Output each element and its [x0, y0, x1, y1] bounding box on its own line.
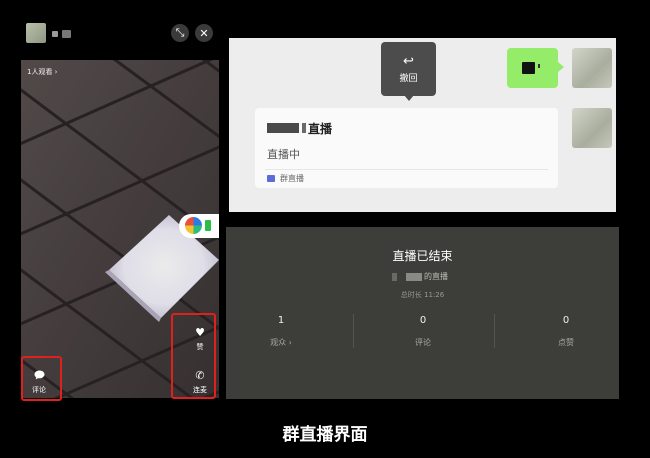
undo-icon: ↩	[403, 54, 414, 69]
live-card-title: 直播	[308, 122, 333, 136]
redacted-host	[406, 273, 422, 281]
stat-label: 点赞	[558, 338, 574, 347]
redacted-content	[522, 62, 535, 74]
group-live-label: 群直播	[280, 174, 304, 183]
app-logo-icon	[185, 217, 202, 234]
redacted-name	[267, 123, 299, 133]
stat-viewers[interactable]: 1 观众 ›	[241, 315, 321, 348]
shrink-icon: ⤡	[175, 26, 185, 39]
figure-caption: 群直播界面	[282, 425, 368, 445]
redacted-name	[302, 123, 306, 133]
redacted-content	[538, 64, 540, 68]
minimize-button[interactable]: ⤡	[171, 24, 189, 42]
stat-value: 0	[562, 315, 570, 326]
highlight-box-comment	[21, 356, 62, 401]
live-ended-panel: 直播已结束 的直播 总时长 11:26 1 观众 › 0 评论 0 点赞	[226, 227, 619, 399]
divider	[265, 169, 548, 170]
live-share-card[interactable]: 直播 直播中 群直播	[255, 108, 558, 188]
redacted-host	[392, 273, 397, 281]
chat-window: ↩ 撤回 直播 直播中 群直播	[229, 38, 616, 212]
close-icon: ✕	[199, 26, 209, 40]
live-duration: 总时长 11:26	[400, 291, 445, 299]
close-button[interactable]: ✕	[195, 24, 213, 42]
divider	[494, 314, 495, 348]
host-name-redacted	[52, 31, 58, 37]
stat-likes: 0 点赞	[526, 315, 606, 348]
stat-value: 1	[277, 315, 285, 326]
stat-value: 0	[419, 315, 427, 326]
stat-label: 评论	[415, 338, 431, 347]
sent-message-bubble[interactable]	[507, 48, 558, 88]
floating-app-badge[interactable]	[179, 214, 219, 238]
recall-popup[interactable]: ↩ 撤回	[381, 42, 436, 101]
host-live-label: 的直播	[424, 272, 448, 281]
highlight-box-right-actions	[171, 313, 216, 399]
recall-label: 撤回	[399, 74, 418, 84]
live-status: 直播中	[267, 148, 300, 161]
self-avatar[interactable]	[572, 48, 612, 88]
viewer-count[interactable]: 1人观看 ›	[27, 67, 57, 77]
popup-pointer	[404, 95, 414, 101]
ended-title: 直播已结束	[392, 249, 453, 263]
stat-label: 观众 ›	[270, 338, 292, 347]
self-avatar[interactable]	[572, 108, 612, 148]
host-name-redacted	[62, 30, 71, 38]
stream-header: ⤡ ✕	[21, 18, 219, 60]
bubble-tail	[558, 62, 564, 72]
divider	[353, 314, 354, 348]
host-avatar[interactable]	[26, 23, 46, 43]
live-icon	[267, 175, 275, 182]
stat-comments: 0 评论	[383, 315, 463, 348]
app-badge-marker	[205, 220, 211, 231]
